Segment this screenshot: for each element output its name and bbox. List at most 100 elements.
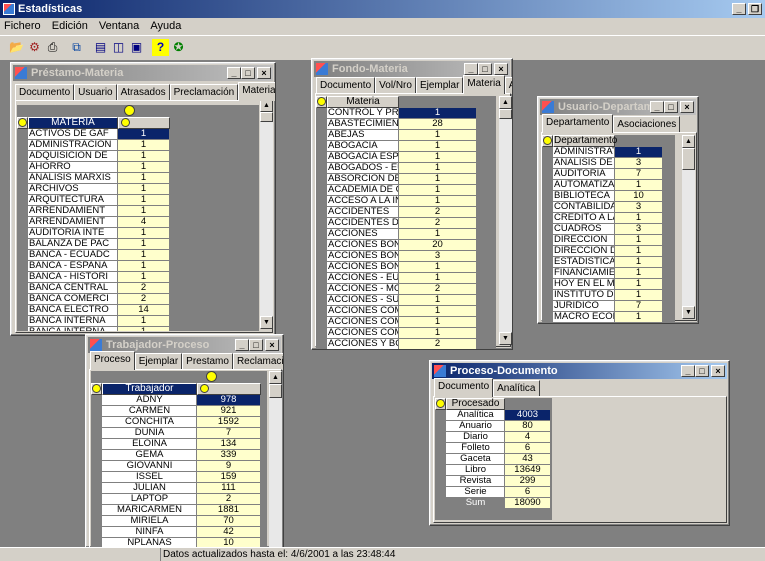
cell-label[interactable]: CARMEN [102,406,197,417]
scroll-down-button[interactable]: ▼ [682,306,695,319]
tab-atrasados[interactable]: Atrasados [116,84,170,101]
cell-label[interactable]: JURIDICO [553,301,615,312]
scroll-thumb[interactable] [682,148,695,170]
cell-count[interactable]: 1 [118,129,170,140]
cell-count[interactable]: 80 [505,421,551,432]
cell-label[interactable]: CUADROS [553,224,615,235]
cell-label[interactable]: DUNIA [102,428,197,439]
cell-count[interactable]: 1 [399,295,477,306]
maximize-button[interactable]: □ [695,365,709,377]
menu-fichero[interactable]: Fichero [0,18,45,33]
cell-count[interactable]: 43 [505,454,551,465]
cell-count[interactable]: 1 [118,261,170,272]
cell-label[interactable]: Diario [446,432,505,443]
window-title-bar[interactable]: Proceso-Documento _ □ × [432,363,727,379]
cell-count[interactable]: 134 [197,439,261,450]
cell-label[interactable]: ACCIONES - MOD [327,284,399,295]
cell-count[interactable]: 2 [399,284,477,295]
cell-label[interactable]: Gaceta [446,454,505,465]
tab-vol-nro[interactable]: Vol/Nro [375,77,416,94]
mdi-restore-button[interactable]: ❐ [748,3,762,15]
cell-label[interactable]: AUDITORIA INTE [28,228,118,239]
cell-count[interactable]: 1 [399,152,477,163]
cell-count[interactable]: 1 [118,228,170,239]
cell-count[interactable]: 9 [197,461,261,472]
cell-label[interactable]: ESTADISTICA [553,257,615,268]
cell-count[interactable]: 7 [615,301,663,312]
scroll-down-button[interactable]: ▼ [499,332,512,345]
cell-count[interactable]: 1 [118,195,170,206]
tab-ejemplar[interactable]: Ejemplar [415,77,464,94]
cell-count[interactable]: 1 [118,184,170,195]
cell-count[interactable]: 1 [399,229,477,240]
cell-label[interactable]: ELOINA [102,439,197,450]
cell-count[interactable]: 2 [118,294,170,305]
column-header-departamento[interactable]: Departamento [553,135,617,147]
cell-label[interactable]: ARCHIVOS [28,184,118,195]
cell-count[interactable]: 1881 [197,505,261,516]
tab-autor[interactable]: Autor [504,77,512,94]
cell-label[interactable]: ACCIDENTES [327,207,399,218]
cell-count[interactable]: 1 [399,108,477,119]
tools-icon[interactable]: ⚙ [26,39,43,56]
cell-count[interactable]: 3 [399,251,477,262]
cell-label[interactable]: MIRIELA [102,516,197,527]
tab-documento[interactable]: Documento [316,77,376,94]
close-button[interactable]: × [680,101,694,113]
cell-label[interactable]: GEMA [102,450,197,461]
cell-label[interactable]: BANCA COMERCI [28,294,118,305]
cell-label[interactable]: BANCA INTERNA [28,316,118,327]
data-grid[interactable]: Procesado Analítica 4003 Anuario 80 Diario 4 F… [435,398,552,520]
tab-documento[interactable]: Documento [434,378,494,397]
cell-label[interactable]: HOY EN EL ME [553,279,615,290]
close-button[interactable]: × [711,365,725,377]
tab-materia[interactable]: Materia [238,82,275,101]
minimize-button[interactable]: _ [464,63,478,75]
cell-label[interactable]: ACCIONES BONC [327,262,399,273]
cell-label[interactable]: AUDITORIA [553,169,615,180]
cell-count[interactable]: 13649 [505,465,551,476]
exit-icon[interactable]: ✪ [170,39,187,56]
cell-label[interactable]: ADMINISTRACIÓN [28,140,118,151]
cell-label[interactable]: ACTIVOS DE GAF [28,129,118,140]
cell-count[interactable]: 1 [118,151,170,162]
menu-ventana[interactable]: Ventana [95,18,143,33]
scroll-down-button[interactable]: ▼ [260,316,273,329]
window-proceso-documento[interactable]: Proceso-Documento _ □ × Documento Analíti… [429,360,730,526]
data-grid[interactable]: Materia CONTROL Y PRO 1 ABASTECIMIENT 28 ABE… [316,96,496,349]
cell-count[interactable]: 70 [197,516,261,527]
cell-count[interactable]: 1 [615,312,663,323]
help-icon[interactable]: ? [152,39,169,56]
cell-count[interactable]: 1 [399,262,477,273]
open-folder-icon[interactable]: 📂 [8,39,25,56]
vertical-scrollbar[interactable]: ▲ [269,371,282,547]
tab-materia[interactable]: Materia [463,75,505,94]
cell-count[interactable]: 1 [399,328,477,339]
cell-count[interactable]: 1 [615,213,663,224]
cell-label[interactable]: ARQUITECTURA [28,195,118,206]
cell-label[interactable]: ABEJAS [327,130,399,141]
cell-label[interactable]: ANALISIS MARXIS [28,173,118,184]
cell-label[interactable]: ACCIONES BONC [327,240,399,251]
cell-count[interactable]: 1 [615,257,663,268]
cell-count[interactable]: 2 [118,283,170,294]
cell-count[interactable]: 2 [399,218,477,229]
cell-label[interactable]: ADNY [102,395,197,406]
cell-count[interactable]: 3 [615,202,663,213]
cell-label[interactable]: Analítica [446,410,505,421]
cascade-icon[interactable]: ▣ [128,39,145,56]
cell-count[interactable]: 4003 [505,410,551,421]
column-header-count[interactable] [118,117,170,129]
window-title-bar[interactable]: Préstamo-Materia _ □ × [13,65,273,81]
close-button[interactable]: × [257,67,271,79]
data-grid[interactable]: MATERIA ACTIVOS DE GAF 1 ADMINISTRACIÓN 1 AD… [17,105,259,331]
cell-label[interactable]: BANCA ELECTRO [28,305,118,316]
window-fondo-materia[interactable]: Fondo-Materia _ □ × Documento Vol/Nro Ejem… [311,58,513,350]
cell-label[interactable]: ACCIONES - SUIZ [327,295,399,306]
cell-label[interactable]: GIOVANNI [102,461,197,472]
cell-count[interactable]: 1 [118,140,170,151]
cell-label[interactable]: BIBLIOTECA [553,191,615,202]
cell-count[interactable]: 3 [615,224,663,235]
cell-count[interactable]: 42 [197,527,261,538]
minimize-button[interactable]: _ [650,101,664,113]
